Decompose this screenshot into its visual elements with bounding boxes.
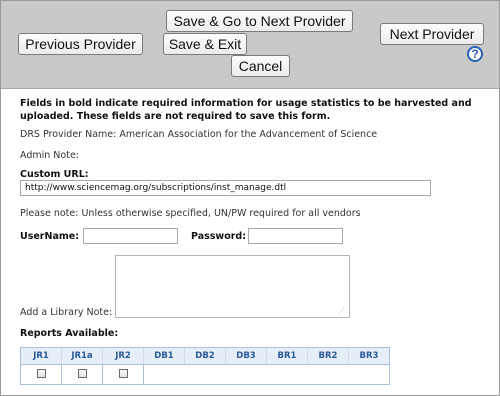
vendor-note-text: Please note: Unless otherwise specified,… — [20, 208, 361, 219]
reports-available-label: Reports Available: — [20, 328, 119, 339]
col-header-db3: DB3 — [225, 347, 267, 365]
col-header-db1: DB1 — [143, 347, 185, 365]
password-label: Password: — [191, 231, 247, 242]
custom-url-input[interactable] — [20, 180, 431, 196]
jr1a-checkbox[interactable] — [77, 368, 87, 378]
toolbar: Previous Provider Save & Go to Next Prov… — [1, 1, 499, 89]
username-input[interactable] — [83, 228, 178, 244]
jr2-checkbox[interactable] — [118, 368, 128, 378]
col-header-jr1: JR1 — [20, 347, 62, 365]
username-label: UserName: — [20, 231, 79, 242]
library-note-textarea[interactable] — [115, 255, 350, 318]
col-header-br1: BR1 — [266, 347, 308, 365]
intro-text-line1: Fields in bold indicate required informa… — [20, 98, 472, 109]
table-row — [20, 364, 390, 385]
col-header-db2: DB2 — [184, 347, 226, 365]
next-provider-button[interactable]: Next Provider — [380, 23, 484, 45]
jr2-cell — [102, 364, 144, 385]
save-next-provider-button[interactable]: Save & Go to Next Provider — [166, 10, 353, 32]
col-header-jr1a: JR1a — [61, 347, 103, 365]
save-exit-button[interactable]: Save & Exit — [163, 33, 247, 55]
provider-name: DRS Provider Name: American Association … — [20, 129, 378, 140]
col-header-br3: BR3 — [348, 347, 390, 365]
password-input[interactable] — [248, 228, 343, 244]
resize-grip-icon[interactable]: ⋰ — [338, 307, 346, 315]
jr1a-cell — [61, 364, 103, 385]
custom-url-label: Custom URL: — [20, 169, 89, 180]
reports-table: JR1 JR1a JR2 DB1 DB2 DB3 BR1 BR2 BR3 — [20, 347, 390, 385]
col-header-br2: BR2 — [307, 347, 349, 365]
help-icon[interactable]: ? — [467, 46, 483, 62]
jr1-checkbox[interactable] — [36, 368, 46, 378]
admin-note-label: Admin Note: — [20, 150, 79, 161]
cancel-button[interactable]: Cancel — [231, 55, 290, 77]
col-header-jr2: JR2 — [102, 347, 144, 365]
previous-provider-button[interactable]: Previous Provider — [18, 33, 143, 55]
intro-text-line2: uploaded. These fields are not required … — [20, 111, 331, 122]
provider-form-window: Previous Provider Save & Go to Next Prov… — [0, 0, 500, 396]
library-note-label: Add a Library Note: — [20, 307, 113, 318]
empty-report-cells — [143, 364, 390, 385]
jr1-cell — [20, 364, 62, 385]
